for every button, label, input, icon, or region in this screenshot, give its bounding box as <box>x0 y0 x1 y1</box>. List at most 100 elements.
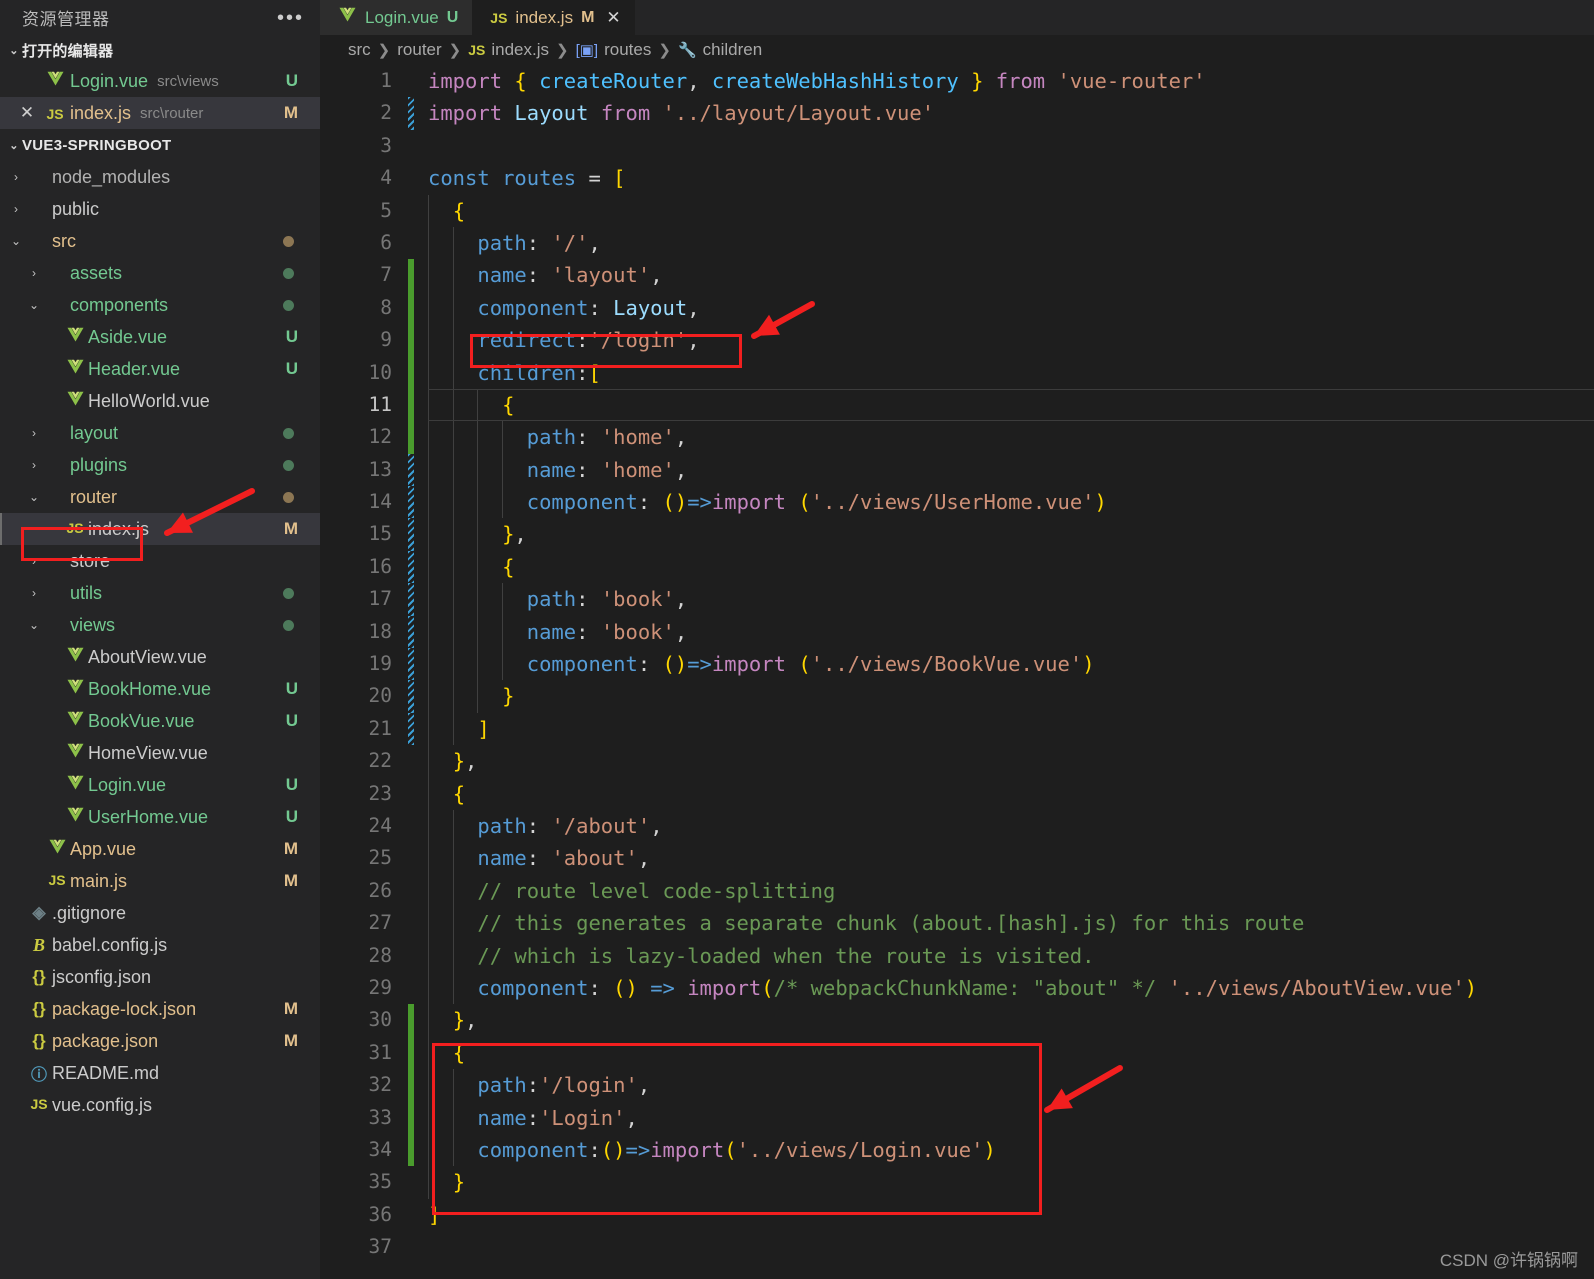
code-line[interactable]: 2 import Layout from '../layout/Layout.vu… <box>320 97 1594 130</box>
tree-file-row[interactable]: {} jsconfig.json <box>0 961 320 993</box>
chevron-right-icon[interactable]: › <box>24 266 44 280</box>
chevron-right-icon[interactable]: › <box>6 170 26 184</box>
chevron-down-icon[interactable]: ⌄ <box>24 490 44 504</box>
code-line[interactable]: 13 name: 'home', <box>320 453 1594 487</box>
code-editor[interactable]: 1 import { createRouter, createWebHashHis… <box>320 65 1594 1279</box>
code-line[interactable]: 28 // which is lazy-loaded when the rout… <box>320 939 1594 972</box>
tree-file-row[interactable]: JS main.js M <box>0 865 320 897</box>
editor-tab[interactable]: Login.vue U <box>320 0 473 35</box>
tree-file-row[interactable]: UserHome.vue U <box>0 801 320 833</box>
code-line[interactable]: 24 path: '/about', <box>320 809 1594 843</box>
code-line[interactable]: 27 // this generates a separate chunk (a… <box>320 907 1594 940</box>
code-line[interactable]: 11 { <box>320 388 1594 422</box>
code-line[interactable]: 7 name: 'layout', <box>320 259 1594 292</box>
chevron-right-icon[interactable]: › <box>24 426 44 440</box>
code-line[interactable]: 3 <box>320 130 1594 162</box>
vue-file-icon <box>49 839 65 854</box>
tree-folder-row[interactable]: ⌄ router <box>0 481 320 513</box>
open-editor-item[interactable]: Login.vue src\views U <box>0 65 320 97</box>
code-line[interactable]: 21 ] <box>320 712 1594 746</box>
code-line[interactable]: 34 component:()=>import('../views/Login.… <box>320 1133 1594 1167</box>
tree-file-row[interactable]: {} package-lock.json M <box>0 993 320 1025</box>
open-editors-header[interactable]: ⌄ 打开的编辑器 <box>0 35 320 65</box>
tree-item-label: BookVue.vue <box>88 710 195 731</box>
chevron-right-icon[interactable]: › <box>24 554 44 568</box>
chevron-down-icon[interactable]: ⌄ <box>6 234 26 248</box>
file-tree: › node_modules › public ⌄ src › assets ⌄ componen… <box>0 161 320 1121</box>
tree-folder-row[interactable]: › store <box>0 545 320 577</box>
code-line[interactable]: 19 component: ()=>import ('../views/Book… <box>320 648 1594 681</box>
code-line[interactable]: 9 redirect:'/login', <box>320 324 1594 357</box>
tree-folder-row[interactable]: › plugins <box>0 449 320 481</box>
code-line[interactable]: 8 component: Layout, <box>320 291 1594 325</box>
tree-folder-row[interactable]: › utils <box>0 577 320 609</box>
tree-file-row[interactable]: ⓘ README.md <box>0 1057 320 1089</box>
tree-file-row[interactable]: JS vue.config.js <box>0 1089 320 1121</box>
chevron-right-icon[interactable]: › <box>24 586 44 600</box>
close-icon[interactable]: ✕ <box>606 8 620 28</box>
project-root-header[interactable]: ⌄ VUE3-SPRINGBOOT <box>0 129 320 161</box>
ellipsis-icon[interactable]: ••• <box>277 8 304 28</box>
tree-file-row[interactable]: {} package.json M <box>0 1025 320 1057</box>
code-line[interactable]: 20 } <box>320 680 1594 713</box>
code-line[interactable]: 10 children:[ <box>320 356 1594 389</box>
tree-file-row[interactable]: HomeView.vue <box>0 737 320 769</box>
code-line[interactable]: 26 // route level code-splitting <box>320 874 1594 908</box>
tree-folder-row[interactable]: ⌄ views <box>0 609 320 641</box>
tree-file-row[interactable]: Bbabel.config.js <box>0 929 320 961</box>
code-line[interactable]: 4 const routes = [ <box>320 162 1594 194</box>
code-line[interactable]: 16 { <box>320 550 1594 584</box>
folder-change-dot <box>283 587 294 599</box>
code-line[interactable]: 15 }, <box>320 518 1594 551</box>
breadcrumb-item[interactable]: [▣] routes <box>576 40 652 60</box>
tree-folder-row[interactable]: › layout <box>0 417 320 449</box>
tree-file-row[interactable]: JS index.js M <box>0 513 320 545</box>
tree-folder-row[interactable]: ⌄ components <box>0 289 320 321</box>
tree-file-row[interactable]: AboutView.vue <box>0 641 320 673</box>
tree-file-row[interactable]: BookVue.vue U <box>0 705 320 737</box>
chevron-down-icon[interactable]: ⌄ <box>24 298 44 312</box>
tree-folder-row[interactable]: › assets <box>0 257 320 289</box>
code-line[interactable]: 12 path: 'home', <box>320 421 1594 454</box>
code-line[interactable]: 14 component: ()=>import ('../views/User… <box>320 486 1594 519</box>
tree-file-row[interactable]: Aside.vue U <box>0 321 320 353</box>
tree-folder-row[interactable]: ⌄ src <box>0 225 320 257</box>
code-line[interactable]: 23 { <box>320 777 1594 810</box>
chevron-right-icon[interactable]: › <box>24 458 44 472</box>
code-line[interactable]: 32 path:'/login', <box>320 1069 1594 1102</box>
breadcrumb-item[interactable]: src <box>348 40 371 60</box>
open-editor-item[interactable]: ✕ JS index.js src\router M <box>0 97 320 129</box>
tree-folder-row[interactable]: › public <box>0 193 320 225</box>
tree-file-row[interactable]: ◈ .gitignore <box>0 897 320 929</box>
tree-file-row[interactable]: Header.vue U <box>0 353 320 385</box>
tree-item-label: README.md <box>52 1062 160 1083</box>
code-line[interactable]: 30 }, <box>320 1004 1594 1037</box>
code-line[interactable]: 35 } <box>320 1166 1594 1199</box>
tree-file-row[interactable]: Login.vue U <box>0 769 320 801</box>
code-line[interactable]: 31 { <box>320 1036 1594 1070</box>
tree-file-row[interactable]: HelloWorld.vue <box>0 385 320 417</box>
breadcrumb-item[interactable]: router <box>397 40 441 60</box>
chevron-down-icon[interactable]: ⌄ <box>24 618 44 632</box>
breadcrumb-label: routes <box>604 40 652 59</box>
code-line[interactable]: 18 name: 'book', <box>320 615 1594 649</box>
code-line[interactable]: 6 path: '/', <box>320 226 1594 260</box>
code-line[interactable]: 33 name:'Login', <box>320 1101 1594 1134</box>
code-line[interactable]: 29 component: () => import(/* webpackChu… <box>320 971 1594 1005</box>
code-line[interactable]: 37 <box>320 1231 1594 1263</box>
js-file-icon: JS <box>30 1096 48 1112</box>
chevron-right-icon[interactable]: › <box>6 202 26 216</box>
breadcrumb-item[interactable]: 🔧 children <box>678 40 762 60</box>
tree-file-row[interactable]: App.vue M <box>0 833 320 865</box>
code-line[interactable]: 25 name: 'about', <box>320 842 1594 875</box>
code-line[interactable]: 36] <box>320 1199 1594 1231</box>
code-line[interactable]: 17 path: 'book', <box>320 583 1594 616</box>
code-line[interactable]: 22 }, <box>320 745 1594 778</box>
tree-file-row[interactable]: BookHome.vue U <box>0 673 320 705</box>
close-icon[interactable]: ✕ <box>14 103 40 123</box>
editor-tab[interactable]: JS index.js M ✕ <box>472 0 635 35</box>
code-line[interactable]: 5 { <box>320 194 1594 227</box>
tree-folder-row[interactable]: › node_modules <box>0 161 320 193</box>
code-line[interactable]: 1 import { createRouter, createWebHashHis… <box>320 65 1594 97</box>
breadcrumb-item[interactable]: JS index.js <box>468 40 549 60</box>
